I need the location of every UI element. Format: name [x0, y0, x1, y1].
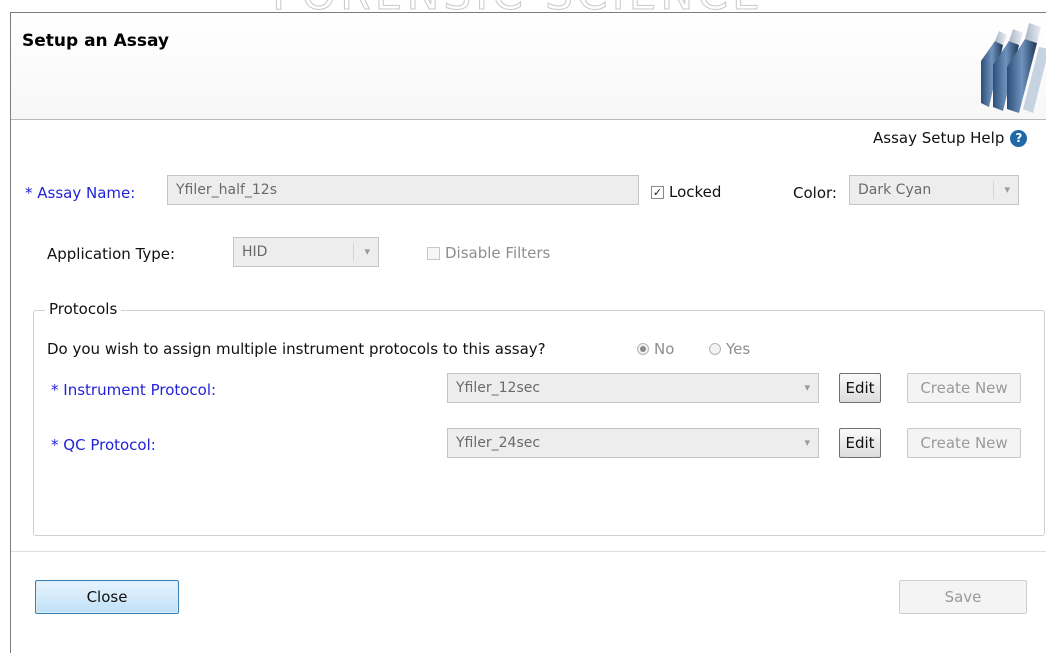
application-type-select[interactable]: HID — [233, 237, 379, 267]
instrument-protocol-value: Yfiler_12sec — [456, 380, 541, 396]
edit-qc-protocol-button[interactable]: Edit — [839, 428, 881, 458]
create-new-instrument-protocol-button[interactable]: Create New — [907, 373, 1021, 403]
color-label: Color: — [793, 184, 837, 202]
radio-yes-label: Yes — [726, 340, 751, 358]
application-type-separator — [353, 243, 354, 261]
radio-no-option[interactable]: No — [637, 340, 674, 358]
setup-assay-dialog: Setup an Assay Assay Setup Help ? * Assa… — [10, 12, 1046, 653]
required-marker: * — [51, 436, 59, 454]
radio-yes-option[interactable]: Yes — [709, 340, 750, 358]
instrument-protocol-label: * Instrument Protocol: — [51, 381, 217, 399]
radio-no-icon[interactable] — [637, 343, 649, 355]
application-type-value: HID — [242, 244, 268, 260]
locked-checkbox[interactable]: ✓ Locked — [651, 183, 721, 201]
assay-setup-help-link[interactable]: Assay Setup Help ? — [873, 129, 1028, 147]
multiple-protocols-question: Do you wish to assign multiple instrumen… — [47, 340, 546, 358]
locked-label: Locked — [669, 183, 722, 201]
save-button[interactable]: Save — [899, 580, 1027, 614]
help-question-icon[interactable]: ? — [1010, 129, 1028, 147]
dialog-header: Setup an Assay — [11, 13, 1046, 120]
qc-protocol-select[interactable]: Yfiler_24sec — [447, 428, 819, 458]
qc-protocol-value: Yfiler_24sec — [456, 435, 541, 451]
disable-filters-checkbox[interactable]: Disable Filters — [427, 244, 550, 262]
locked-check-icon[interactable]: ✓ — [651, 185, 664, 199]
instrument-protocol-select[interactable]: Yfiler_12sec — [447, 373, 819, 403]
assay-name-input[interactable]: Yfiler_half_12s — [167, 175, 639, 205]
footer-divider — [11, 551, 1046, 552]
required-marker: * — [25, 184, 33, 202]
close-button[interactable]: Close — [35, 580, 179, 614]
radio-yes-icon[interactable] — [709, 343, 721, 355]
help-label: Assay Setup Help — [873, 129, 1005, 147]
radio-no-label: No — [654, 340, 675, 358]
dialog-title: Setup an Assay — [22, 31, 170, 51]
color-select[interactable]: Dark Cyan — [849, 175, 1019, 205]
assay-books-icon — [981, 23, 1046, 113]
watermark-text: FORENSIC SCIENCE — [198, 0, 838, 12]
required-marker: * — [51, 381, 59, 399]
application-type-label: Application Type: — [47, 245, 176, 263]
disable-filters-label: Disable Filters — [445, 244, 551, 262]
color-select-value: Dark Cyan — [858, 182, 932, 198]
disable-filters-box[interactable] — [427, 246, 440, 260]
qc-protocol-label: * QC Protocol: — [51, 436, 156, 454]
edit-instrument-protocol-button[interactable]: Edit — [839, 373, 881, 403]
assay-name-label: * Assay Name: — [25, 184, 136, 202]
color-select-separator — [993, 181, 994, 199]
protocols-legend: Protocols — [45, 300, 122, 318]
create-new-qc-protocol-button[interactable]: Create New — [907, 428, 1021, 458]
